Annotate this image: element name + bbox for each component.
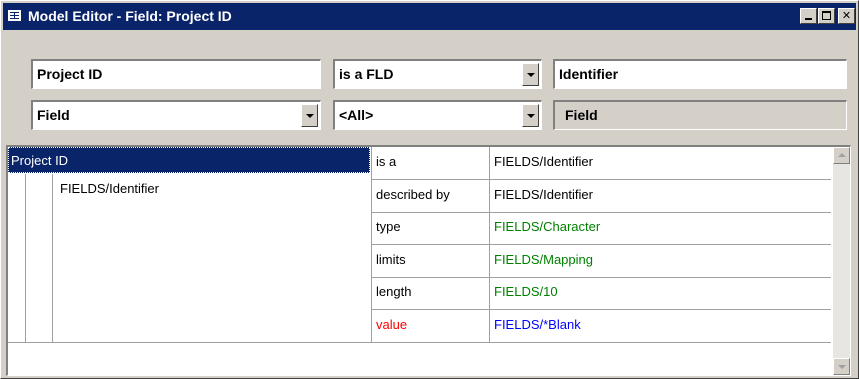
close-button[interactable]: ✕	[838, 8, 855, 24]
dropdown-arrow-icon[interactable]	[301, 104, 318, 127]
tree-root-item[interactable]: Project ID	[8, 147, 370, 173]
name-value: Project ID	[37, 66, 103, 82]
property-value[interactable]: FIELDS/10	[490, 279, 558, 305]
type-value: Identifier	[559, 66, 619, 82]
property-value[interactable]: FIELDS/*Blank	[490, 312, 581, 338]
property-name: length	[376, 284, 412, 299]
minimize-icon	[805, 18, 812, 20]
property-value[interactable]: FIELDS/Identifier	[490, 182, 593, 208]
property-row[interactable]: described by FIELDS/Identifier	[372, 180, 831, 213]
property-row[interactable]: length FIELDS/10	[372, 277, 831, 310]
name-input[interactable]: Project ID	[31, 59, 321, 89]
tree-divider	[52, 174, 53, 342]
property-value[interactable]: FIELDS/Mapping	[490, 247, 593, 273]
relation-dropdown[interactable]: is a FLD	[333, 59, 542, 89]
kind-field: Field	[553, 100, 847, 130]
property-name: described by	[376, 187, 450, 202]
type-input[interactable]: Identifier	[553, 59, 847, 89]
close-icon: ✕	[841, 9, 852, 22]
scroll-down-icon[interactable]	[833, 358, 850, 375]
maximize-icon	[822, 11, 831, 20]
model-editor-window: Model Editor - Field: Project ID ✕ Proje…	[0, 0, 859, 379]
category-dropdown[interactable]: Field	[31, 100, 321, 130]
category-value: Field	[37, 107, 70, 123]
property-row[interactable]: limits FIELDS/Mapping	[372, 245, 831, 278]
property-row[interactable]: value FIELDS/*Blank	[372, 310, 831, 343]
grid-icon[interactable]	[8, 10, 21, 21]
property-value[interactable]: FIELDS/Character	[490, 214, 600, 240]
dropdown-arrow-icon[interactable]	[522, 63, 539, 86]
title-bar[interactable]: Model Editor - Field: Project ID ✕	[3, 3, 856, 30]
property-name: value	[376, 317, 408, 332]
property-name: limits	[376, 252, 406, 267]
property-row[interactable]: is a FIELDS/Identifier	[372, 147, 831, 180]
scroll-up-icon[interactable]	[833, 147, 850, 164]
model-grid[interactable]: Project ID FIELDS/Identifier is a FIELDS/…	[6, 145, 851, 376]
property-row[interactable]: type FIELDS/Character	[372, 212, 831, 245]
tree-divider	[25, 174, 26, 342]
relation-value: is a FLD	[339, 66, 394, 82]
property-name: is a	[376, 154, 397, 169]
maximize-button[interactable]	[818, 8, 835, 24]
tree-child-item[interactable]: FIELDS/Identifier	[56, 176, 356, 202]
property-value[interactable]: FIELDS/Identifier	[490, 149, 593, 175]
dropdown-arrow-icon[interactable]	[522, 104, 539, 127]
vertical-scrollbar[interactable]	[833, 147, 850, 375]
minimize-button[interactable]	[800, 8, 817, 24]
window-title: Model Editor - Field: Project ID	[28, 8, 232, 24]
filter-value: <All>	[339, 107, 374, 123]
property-name: type	[376, 219, 401, 234]
filter-dropdown[interactable]: <All>	[333, 100, 542, 130]
kind-label: Field	[565, 107, 598, 123]
